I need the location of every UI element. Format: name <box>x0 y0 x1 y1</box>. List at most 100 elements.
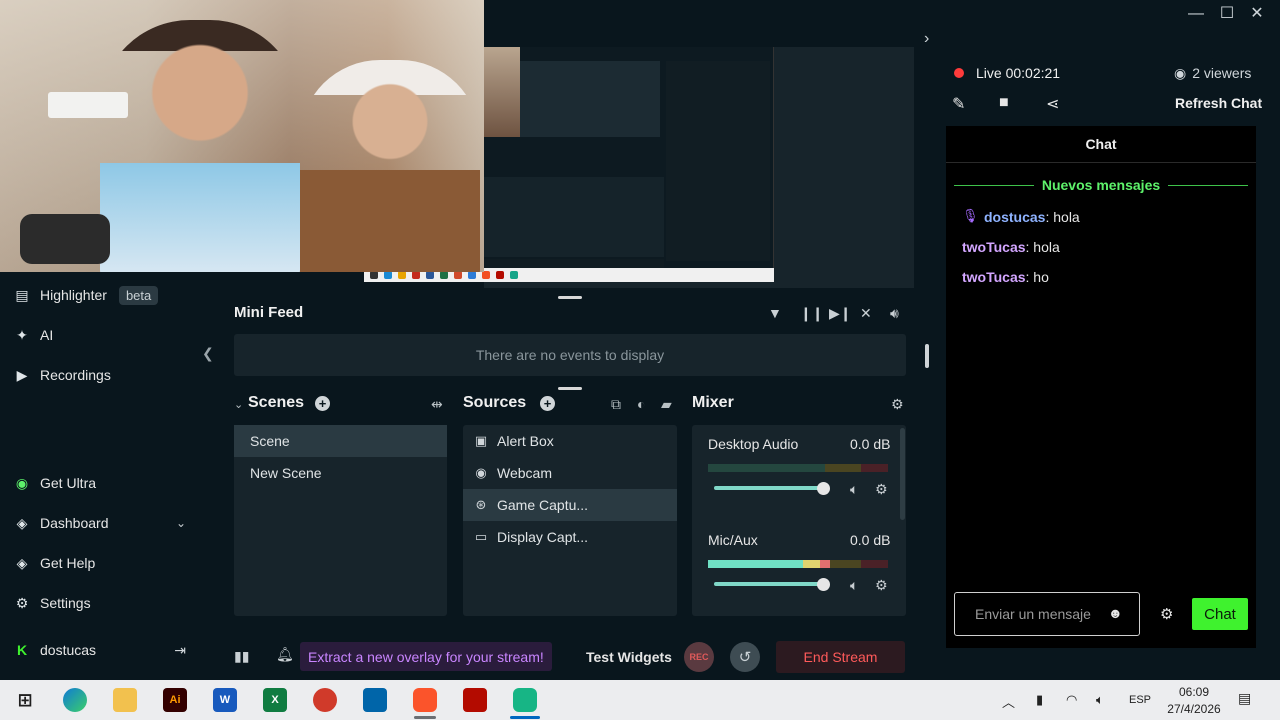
skip-icon[interactable]: ▶❙ <box>829 305 852 322</box>
chevron-down-icon[interactable]: ⌄ <box>234 398 243 411</box>
record-button[interactable]: REC <box>684 642 714 672</box>
volume-icon[interactable]: 🔊︎ <box>890 305 899 322</box>
edit-stream-info-icon[interactable]: ✎ <box>952 94 965 114</box>
notification-center-icon[interactable]: ▤ <box>1238 690 1258 710</box>
webcam-feed <box>0 0 484 272</box>
ultra-icon: ◉ <box>15 474 29 491</box>
system-clock[interactable]: 06:09 27/4/2026 <box>1164 684 1224 718</box>
preview-taskbar-icon <box>440 271 448 279</box>
illustrator-icon[interactable]: Ai <box>163 688 187 712</box>
stats-icon[interactable]: ▮▮ <box>234 648 249 665</box>
brave-browser-icon[interactable] <box>413 688 437 712</box>
new-messages-divider: Nuevos mensajes <box>954 177 1249 193</box>
source-item[interactable]: ▭ Display Capt... <box>463 521 677 553</box>
language-indicator[interactable]: ESP <box>1129 694 1151 706</box>
scene-item[interactable]: New Scene <box>234 457 447 489</box>
close-button[interactable]: ✕ <box>1245 4 1269 24</box>
minimize-button[interactable]: — <box>1184 4 1208 24</box>
desktop-audio-slider-knob[interactable] <box>817 482 830 495</box>
maximize-button[interactable]: ☐ <box>1215 4 1239 24</box>
battery-icon[interactable]: ▮ <box>1036 692 1043 708</box>
edge-browser-icon[interactable] <box>63 688 87 712</box>
mic-aux-slider[interactable] <box>714 582 824 586</box>
webcam-phone <box>20 214 110 264</box>
show-hidden-icons-icon[interactable]: ︿ <box>1002 692 1015 711</box>
source-item[interactable]: ▣ Alert Box <box>463 425 677 457</box>
sidebar-item-get-ultra[interactable]: ◉ Get Ultra <box>14 471 96 495</box>
excel-icon[interactable]: X <box>263 688 287 712</box>
share-icon[interactable]: ⋖ <box>1046 94 1059 114</box>
emoji-icon[interactable]: ☻ <box>1108 605 1123 621</box>
sidebar-item-get-help[interactable]: ◈ Get Help <box>14 551 96 575</box>
vscode-icon[interactable] <box>363 688 387 712</box>
add-source-button[interactable]: + <box>540 396 555 411</box>
speaker-icon[interactable]: 🔈︎ <box>850 577 858 594</box>
pause-icon[interactable]: ❙❙ <box>800 305 823 322</box>
speaker-icon[interactable]: 🔈︎ <box>850 481 858 498</box>
mic-aux-db: 0.0 dB <box>850 532 891 548</box>
chevron-down-icon[interactable]: ⌄ <box>176 516 186 530</box>
mic-aux-slider-knob[interactable] <box>817 578 830 591</box>
desktop-audio-slider[interactable] <box>714 486 824 490</box>
webcam-person-left <box>100 20 300 272</box>
notification-bell-icon[interactable]: 🔔︎ <box>276 646 294 663</box>
gear-icon[interactable]: ⚙ <box>875 577 888 594</box>
running-indicator <box>414 716 436 719</box>
replay-buffer-icon[interactable]: ↺ <box>730 642 760 672</box>
preview-taskbar-icon <box>426 271 434 279</box>
desktop-audio-meter <box>708 464 888 472</box>
source-item[interactable]: ◉ Webcam <box>463 457 677 489</box>
collapse-sidebar-icon[interactable]: ❮ <box>202 345 214 362</box>
sidebar-item-highlighter[interactable]: ▤ Highlighter beta <box>14 283 159 307</box>
test-widgets-button[interactable]: Test Widgets <box>586 649 672 665</box>
pdf-reader-icon[interactable] <box>313 688 337 712</box>
speaker-icon[interactable]: 🔈︎ <box>1096 692 1104 708</box>
chevron-right-icon[interactable]: › <box>924 30 929 48</box>
sidebar-item-recordings[interactable]: ▶ Recordings <box>14 363 111 387</box>
preview-mini-screen <box>520 61 660 137</box>
source-item[interactable]: ⊛ Game Captu... <box>463 489 677 521</box>
end-stream-button[interactable]: End Stream <box>776 641 905 673</box>
play-circle-icon: ▶ <box>16 366 28 383</box>
sidebar-item-label: Highlighter <box>40 287 107 303</box>
scene-transition-icon[interactable]: ⇹ <box>431 396 443 413</box>
word-icon[interactable]: W <box>213 688 237 712</box>
sidebar-item-ai[interactable]: ✦ AI <box>14 323 53 347</box>
beta-badge: beta <box>118 285 159 305</box>
refresh-chat-button[interactable]: Refresh Chat <box>1175 95 1262 111</box>
wifi-icon[interactable]: ◠ <box>1066 692 1077 708</box>
windows-start-icon[interactable]: ⊞ <box>13 688 37 712</box>
add-folder-icon[interactable]: ▰ <box>661 396 672 413</box>
file-explorer-icon[interactable] <box>113 688 137 712</box>
acrobat-icon[interactable] <box>463 688 487 712</box>
video-camera-icon[interactable]: ■ <box>999 94 1009 112</box>
user-profile[interactable]: K dostucas ⇥ <box>14 638 186 662</box>
active-indicator <box>510 716 540 719</box>
gear-icon[interactable]: ⚙ <box>875 481 888 498</box>
feed-resize-handle[interactable] <box>558 387 582 390</box>
panel-resize-handle[interactable] <box>925 344 929 368</box>
logout-icon[interactable]: ⇥ <box>174 642 186 659</box>
preview-taskbar-icon <box>370 271 378 279</box>
source-group-icon[interactable]: ⧉ <box>611 396 621 413</box>
sidebar-item-label: Dashboard <box>40 515 109 531</box>
extract-overlay-button[interactable]: Extract a new overlay for your stream! <box>300 642 552 671</box>
filter-icon[interactable]: ▼ <box>768 305 782 321</box>
sidebar-item-settings[interactable]: ⚙ Settings <box>14 591 91 615</box>
mixer-settings-icon[interactable]: ⚙ <box>891 396 904 413</box>
chat-settings-icon[interactable]: ⚙ <box>1160 605 1173 623</box>
source-properties-icon[interactable]: ◐ <box>637 396 645 412</box>
preview-resize-handle[interactable] <box>558 296 582 299</box>
desktop-audio-db: 0.0 dB <box>850 436 891 452</box>
mute-alerts-icon[interactable]: ✕ <box>860 305 872 322</box>
username: dostucas <box>40 642 97 658</box>
sources-list: ▣ Alert Box ◉ Webcam ⊛ Game Captu... ▭ D… <box>463 425 677 616</box>
preview-taskbar-icon <box>510 271 518 279</box>
chat-title: Chat <box>1085 136 1117 152</box>
mixer-scrollbar[interactable] <box>900 428 905 520</box>
sidebar-item-dashboard[interactable]: ◈ Dashboard ⌄ <box>14 511 186 535</box>
chat-send-button[interactable]: Chat <box>1192 598 1248 630</box>
add-scene-button[interactable]: + <box>315 396 330 411</box>
scene-item[interactable]: Scene <box>234 425 447 457</box>
streamlabs-icon[interactable] <box>513 688 537 712</box>
